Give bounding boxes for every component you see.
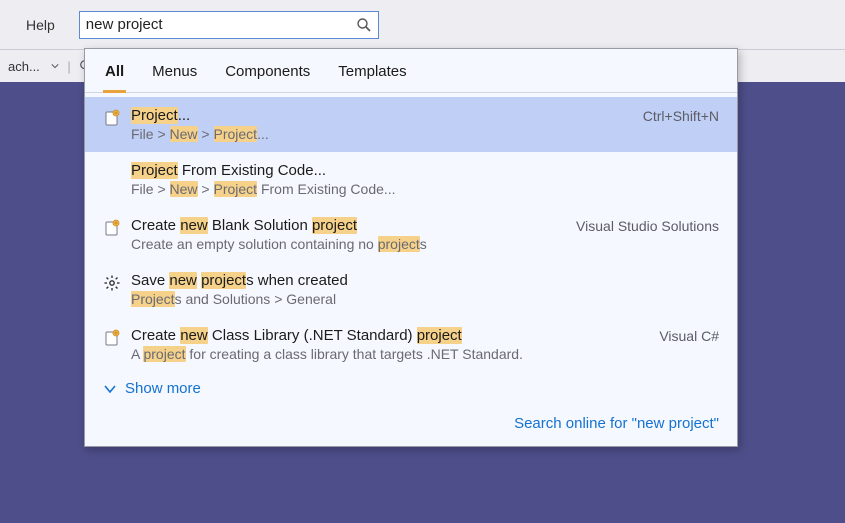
gear-icon [103, 274, 121, 292]
result-title: Create new Blank Solution project [131, 217, 564, 234]
result-title: Project From Existing Code... [131, 162, 719, 179]
result-subtitle: A project for creating a class library t… [131, 346, 647, 362]
search-results-dropdown: All Menus Components Templates Project... Fi… [84, 48, 738, 447]
toolbar-divider: | [67, 59, 70, 74]
toolbar-item-truncated[interactable]: ach... [8, 59, 59, 74]
search-icon[interactable] [356, 17, 372, 33]
result-tabs: All Menus Components Templates [85, 49, 737, 93]
result-title: Save new projects when created [131, 272, 719, 289]
tab-all[interactable]: All [103, 59, 126, 93]
result-list: Project... File > New > Project... Ctrl+Sh… [85, 93, 737, 372]
help-menu[interactable]: Help [12, 11, 69, 39]
search-online-link[interactable]: Search online for "new project" [85, 409, 737, 446]
result-shortcut: Visual Studio Solutions [576, 218, 719, 234]
result-subtitle: Projects and Solutions > General [131, 291, 719, 307]
project-file-icon [103, 109, 121, 127]
result-subtitle: File > New > Project From Existing Code.… [131, 181, 719, 197]
project-file-icon [103, 329, 121, 347]
result-shortcut: Visual C# [659, 328, 719, 344]
result-title: Project... [131, 107, 631, 124]
show-more-link[interactable]: Show more [85, 372, 737, 409]
project-file-icon [103, 219, 121, 237]
tab-components[interactable]: Components [223, 59, 312, 92]
result-title: Create new Class Library (.NET Standard)… [131, 327, 647, 344]
result-item[interactable]: Create new Blank Solution project Create … [85, 207, 737, 262]
quick-launch-search[interactable] [79, 11, 379, 39]
tab-templates[interactable]: Templates [336, 59, 408, 92]
search-input[interactable] [86, 16, 356, 33]
result-subtitle: File > New > Project... [131, 126, 631, 142]
result-subtitle: Create an empty solution containing no p… [131, 236, 564, 252]
result-item[interactable]: Project From Existing Code... File > New … [85, 152, 737, 207]
result-item[interactable]: Save new projects when created Projects a… [85, 262, 737, 317]
result-item[interactable]: Project... File > New > Project... Ctrl+Sh… [85, 97, 737, 152]
result-shortcut: Ctrl+Shift+N [643, 108, 719, 124]
result-item[interactable]: Create new Class Library (.NET Standard)… [85, 317, 737, 372]
tab-menus[interactable]: Menus [150, 59, 199, 92]
chevron-down-icon [103, 382, 117, 396]
chevron-down-icon [51, 62, 59, 70]
top-menu-bar: Help [0, 0, 845, 50]
